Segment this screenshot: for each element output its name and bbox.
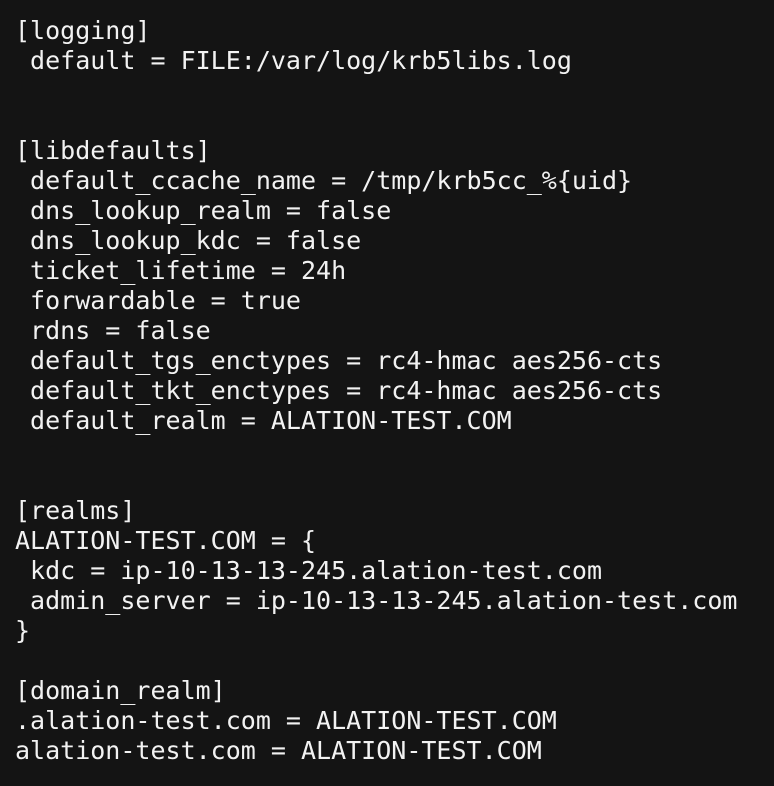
config-line-default-tgs-enctypes: default_tgs_enctypes = rc4-hmac aes256-c… <box>15 346 663 375</box>
config-line-domain-mapping: alation-test.com = ALATION-TEST.COM <box>15 736 542 765</box>
config-line-admin-server: admin_server = ip-10-13-13-245.alation-t… <box>15 586 738 615</box>
config-line-default-log: default = FILE:/var/log/krb5libs.log <box>15 46 572 75</box>
config-line-default-tkt-enctypes: default_tkt_enctypes = rc4-hmac aes256-c… <box>15 376 663 405</box>
config-line-dns-lookup-realm: dns_lookup_realm = false <box>15 196 392 225</box>
config-line-forwardable: forwardable = true <box>15 286 301 315</box>
config-line-domain-mapping-dot: .alation-test.com = ALATION-TEST.COM <box>15 706 557 735</box>
config-line-dns-lookup-kdc: dns_lookup_kdc = false <box>15 226 362 255</box>
section-header-realms: [realms] <box>15 496 136 525</box>
config-line-realm-open: ALATION-TEST.COM = { <box>15 526 317 555</box>
section-header-domain-realm: [domain_realm] <box>15 676 226 705</box>
config-line-realm-close: } <box>15 616 31 645</box>
config-line-ticket-lifetime: ticket_lifetime = 24h <box>15 256 347 285</box>
section-header-libdefaults: [libdefaults] <box>15 136 211 165</box>
terminal-window: [logging] default = FILE:/var/log/krb5li… <box>0 0 774 786</box>
config-line-rdns: rdns = false <box>15 316 211 345</box>
config-line-default-realm: default_realm = ALATION-TEST.COM <box>15 406 512 435</box>
section-header-logging: [logging] <box>15 16 151 45</box>
config-line-kdc: kdc = ip-10-13-13-245.alation-test.com <box>15 556 602 585</box>
config-line-default-ccache-name: default_ccache_name = /tmp/krb5cc_%{uid} <box>15 166 633 195</box>
